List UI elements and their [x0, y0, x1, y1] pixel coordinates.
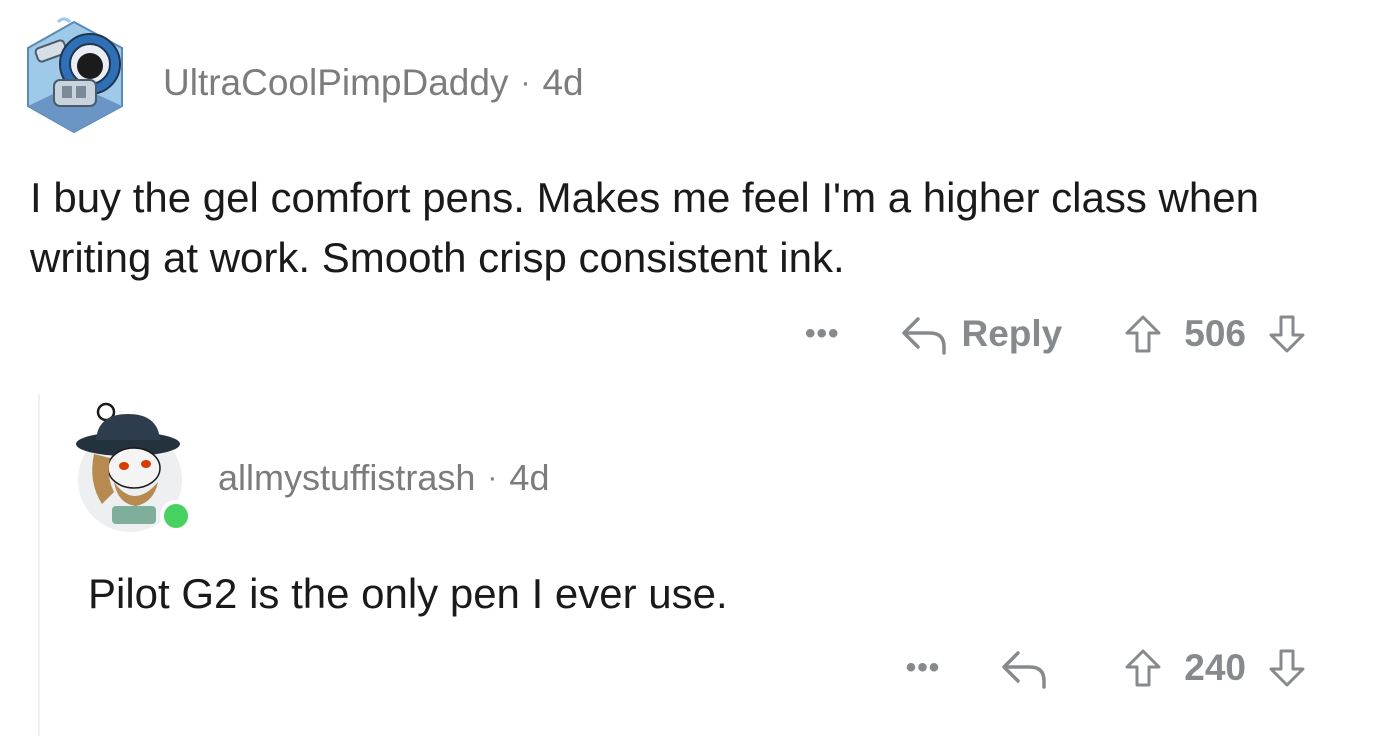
reply-arrow-icon [901, 317, 946, 355]
downvote-arrow-icon [1269, 315, 1305, 353]
username-link[interactable]: allmystuffistrash [218, 457, 475, 499]
reply-arrow-icon [1002, 651, 1047, 689]
meta-separator: · [487, 461, 498, 494]
downvote-button[interactable] [1268, 648, 1306, 688]
vote-score: 506 [1184, 313, 1246, 354]
more-options-button[interactable]: ••• [805, 317, 840, 351]
upvote-button[interactable] [1124, 648, 1162, 688]
robot-avatar-icon [27, 17, 123, 134]
comment-meta: allmystuffistrash · 4d [218, 454, 549, 502]
upvote-arrow-icon [1125, 649, 1161, 687]
comment-body: I buy the gel comfort pens. Makes me fee… [30, 174, 1259, 281]
timestamp[interactable]: 4d [542, 62, 583, 104]
thread-collapse-line[interactable] [38, 394, 40, 736]
avatar[interactable] [74, 398, 192, 534]
vote-control: 240 [1124, 647, 1306, 689]
downvote-arrow-icon [1269, 649, 1305, 687]
upvote-button[interactable] [1124, 314, 1162, 354]
reply-label: Reply [961, 313, 1063, 354]
vote-control: 506 [1124, 313, 1306, 355]
timestamp[interactable]: 4d [509, 457, 549, 499]
reply-button[interactable]: Reply [900, 313, 1063, 355]
upvote-arrow-icon [1125, 315, 1161, 353]
comment-body: Pilot G2 is the only pen I ever use. [88, 570, 728, 617]
more-options-button[interactable]: ••• [906, 651, 941, 685]
comment-meta: UltraCoolPimpDaddy · 4d [163, 58, 584, 108]
reply-button[interactable] [1000, 647, 1062, 689]
comment-actions: ••• Reply 506 [805, 308, 1306, 360]
avatar[interactable] [18, 14, 130, 136]
downvote-button[interactable] [1268, 314, 1306, 354]
vote-score: 240 [1184, 647, 1246, 688]
comment-actions: ••• 240 [906, 642, 1306, 694]
cowboy-avatar-icon [76, 402, 192, 532]
meta-separator: · [520, 66, 531, 99]
username-link[interactable]: UltraCoolPimpDaddy [163, 62, 508, 104]
